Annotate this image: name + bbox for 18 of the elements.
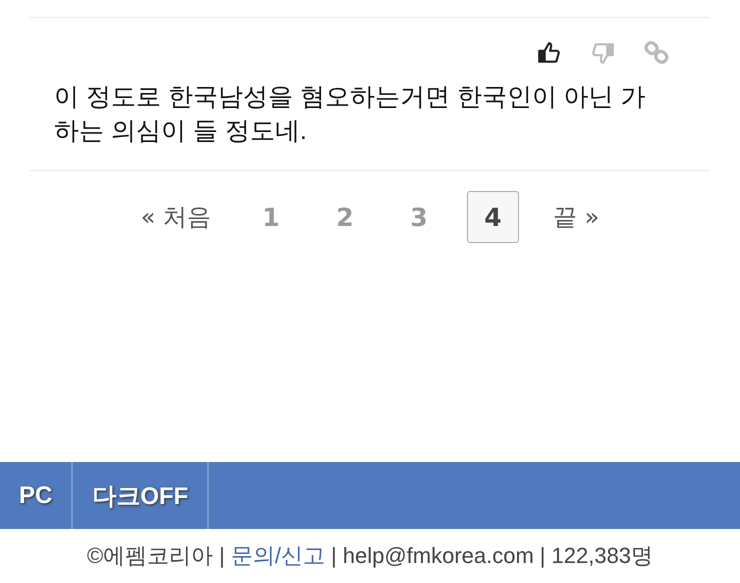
- footer-text: 122,383명: [552, 542, 654, 570]
- page-link[interactable]: 2: [319, 191, 371, 243]
- page-link[interactable]: 3: [393, 191, 445, 243]
- thumbs-up-icon[interactable]: [536, 40, 562, 66]
- comment-text: 이 정도로 한국남성을 혐오하는거면 한국인이 아닌 가하는 의심이 들 정도네.: [54, 82, 647, 147]
- page-link[interactable]: 1: [245, 191, 297, 243]
- separator: |: [540, 543, 546, 569]
- first-page-link[interactable]: « 처음: [128, 191, 223, 243]
- bar-button[interactable]: 다크OFF: [73, 462, 210, 529]
- bar-button[interactable]: PC: [0, 462, 74, 529]
- page-link[interactable]: 4: [467, 191, 519, 243]
- last-page-link[interactable]: 끝 »: [541, 191, 612, 243]
- separator: |: [331, 543, 337, 569]
- footer-text: ©에펨코리아: [86, 542, 214, 570]
- contact-link[interactable]: 문의/신고: [230, 541, 325, 571]
- chain-link-icon[interactable]: [644, 40, 670, 66]
- footer-text: help@fmkorea.com: [342, 543, 534, 569]
- separator: |: [219, 543, 225, 569]
